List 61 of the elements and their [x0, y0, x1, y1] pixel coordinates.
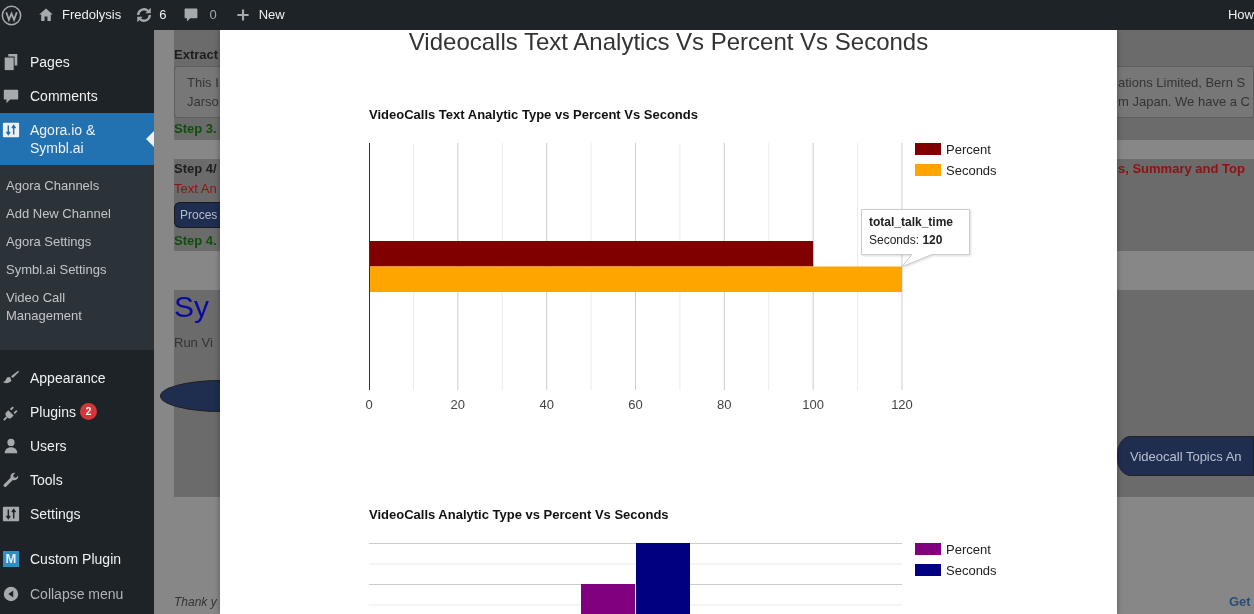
collapse-menu-button[interactable]: Collapse menu — [0, 577, 154, 611]
legend-label: Percent — [946, 542, 991, 557]
plus-icon — [235, 8, 250, 22]
submenu-item[interactable]: Symbl.ai Settings — [0, 256, 154, 284]
analytics-label: Text An — [174, 181, 218, 197]
submenu-item[interactable]: Add New Channel — [0, 200, 154, 228]
footer-text: Thank y — [174, 594, 218, 610]
menu-item[interactable]: Pages — [0, 45, 154, 79]
wrench-icon — [2, 471, 20, 489]
triangle-icon — [146, 131, 154, 147]
site-link[interactable]: Fredolysis — [38, 0, 122, 30]
comments-link[interactable]: 0 — [183, 0, 217, 30]
step-heading: s, Summary and Top — [1117, 161, 1246, 177]
step-note: Step 3. — [174, 121, 218, 137]
chart-title: VideoCalls Text Analytic Type vs Percent Vs Seconds — [369, 107, 699, 123]
menu-item[interactable]: Agora.io & Symbl.ai — [0, 113, 154, 165]
menu-item[interactable]: Tools — [0, 463, 154, 497]
pages-icon — [2, 53, 20, 71]
home-icon — [38, 7, 54, 23]
menu-item[interactable]: M Custom Plugin — [0, 542, 154, 576]
legend-label: Seconds — [946, 163, 997, 178]
menu-item[interactable]: Settings — [0, 497, 154, 531]
updates-link[interactable]: 6 — [134, 0, 167, 30]
tick-label: 40 — [539, 397, 554, 412]
collapse-icon — [2, 585, 20, 603]
logo-icon[interactable] — [1, 4, 22, 26]
comment-icon — [2, 87, 20, 105]
submenu-item[interactable]: Video Call Management — [0, 284, 154, 330]
intro-text: Run Vi — [174, 335, 214, 351]
chart-title: VideoCalls Analytic Type vs Percent Vs Seconds — [369, 507, 670, 523]
tick-label: 20 — [450, 397, 466, 412]
menu-item[interactable]: Users — [0, 429, 154, 463]
comment-icon — [183, 7, 200, 23]
menu-item[interactable]: Plugins 2 — [0, 395, 154, 429]
menu-item[interactable]: Appearance — [0, 361, 154, 395]
step-heading: Step 4/ — [174, 161, 218, 177]
menu-item[interactable]: Comments — [0, 79, 154, 113]
legend-label: Seconds — [946, 563, 997, 578]
section-title: Sy — [174, 290, 210, 324]
sliders-icon — [2, 121, 20, 139]
legend-label: Percent — [946, 142, 991, 157]
account-link[interactable]: How — [1228, 0, 1254, 30]
tick-label: 80 — [717, 397, 732, 412]
user-icon — [2, 437, 20, 455]
new-link[interactable]: New — [235, 0, 285, 30]
section-heading: Extract — [174, 47, 220, 63]
submenu-item[interactable]: Agora Settings — [0, 228, 154, 256]
tooltip-text: Seconds: 120 — [869, 232, 943, 249]
action-button[interactable] — [160, 380, 220, 412]
tick-label: 120 — [891, 397, 913, 412]
tick-label: 60 — [628, 397, 643, 412]
modal-title: Videocalls Text Analytics Vs Percent Vs Seconds — [407, 30, 930, 54]
submenu-item[interactable]: Agora Channels — [0, 172, 154, 200]
letter-tile-icon: M — [3, 551, 19, 567]
step-note: Step 4. — [174, 233, 218, 249]
process-button[interactable]: Proces — [174, 202, 220, 228]
tooltip-title: total_talk_time — [869, 214, 954, 231]
tick-label: 0 — [365, 397, 373, 412]
tick-label: 100 — [802, 397, 824, 412]
topics-button[interactable]: Videocall Topics An — [1117, 436, 1254, 476]
count-badge: 2 — [79, 403, 97, 420]
